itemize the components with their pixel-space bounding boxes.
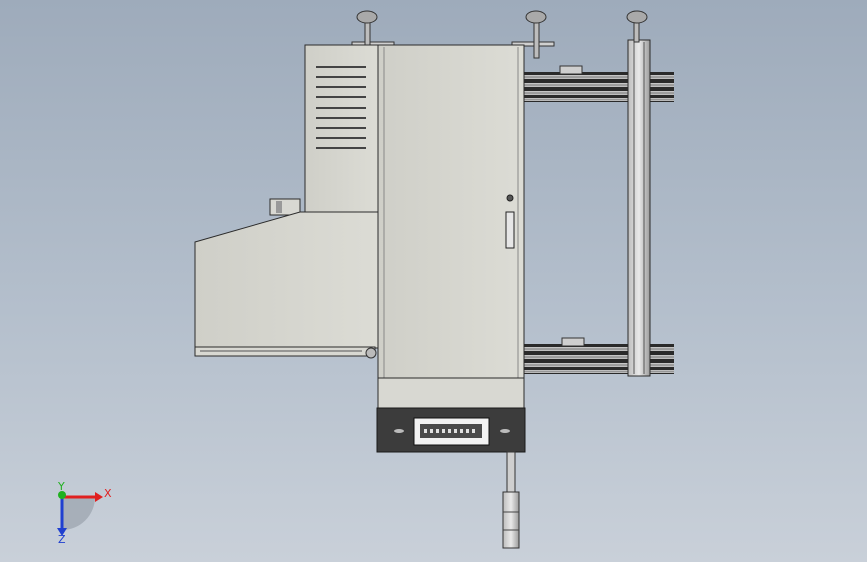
model-drawing: X Y Z — [57, 10, 674, 549]
x-axis-label: X — [104, 487, 112, 500]
sloped-hopper — [194, 211, 381, 359]
door-handle — [505, 211, 515, 249]
lock-icon — [506, 194, 514, 202]
x-arrow-icon — [95, 492, 103, 502]
vented-housing — [269, 44, 381, 216]
main-cabinet — [377, 44, 525, 409]
control-panel — [376, 407, 526, 453]
cad-viewport[interactable]: X Y Z — [0, 0, 867, 562]
z-axis-label: Z — [58, 533, 66, 546]
coordinate-triad: X Y Z — [57, 480, 112, 546]
leveling-foot — [626, 10, 648, 43]
y-axis-label: Y — [57, 480, 65, 493]
panel-screw — [394, 429, 404, 433]
panel-screw — [500, 429, 510, 433]
vertical-post — [627, 39, 651, 377]
upper-rail-assembly — [524, 65, 674, 102]
lower-rail-assembly — [524, 337, 674, 374]
sensor-rod — [502, 451, 520, 549]
